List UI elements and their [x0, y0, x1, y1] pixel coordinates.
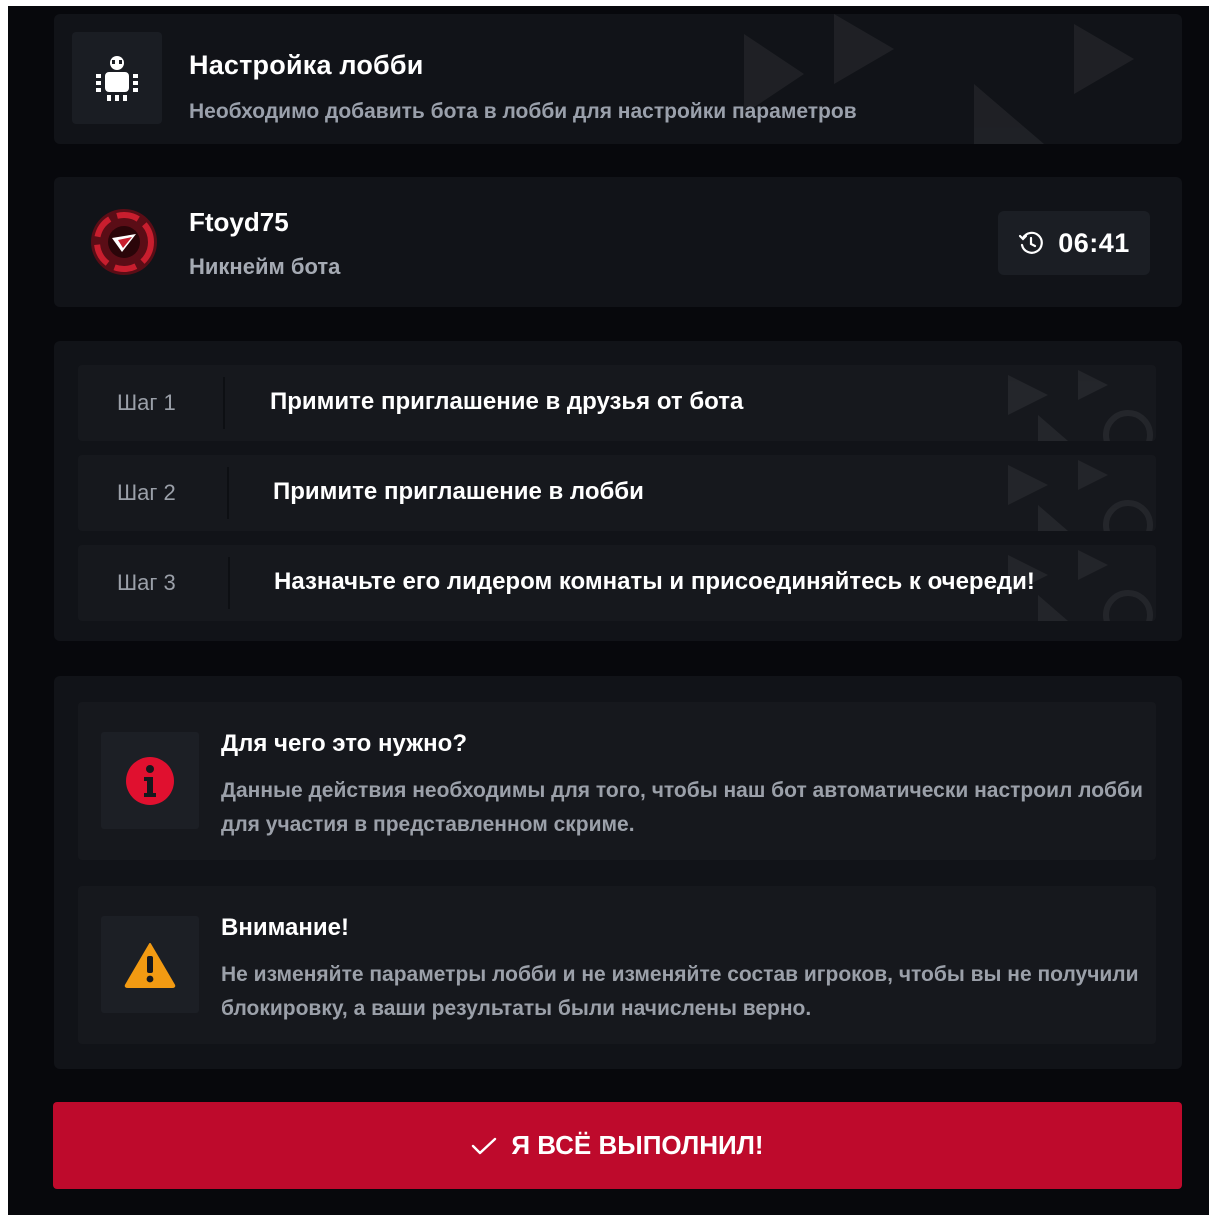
info-notice-title: Для чего это нужно?: [221, 730, 467, 757]
bot-info-card: Ftoyd75 Никнейм бота 06:41: [54, 177, 1182, 307]
lobby-setup-header: Настройка лобби Необходимо добавить бота…: [54, 14, 1182, 144]
countdown-timer: 06:41: [998, 211, 1150, 275]
steps-card: Шаг 1 Примите приглашение в друзья от бо…: [54, 341, 1182, 641]
warning-icon-box: [101, 916, 199, 1013]
step-number: Шаг 1: [117, 390, 176, 415]
decor-pattern: [744, 14, 1134, 144]
step-item: Шаг 2 Примите приглашение в лобби: [78, 455, 1156, 531]
confirm-done-label: Я ВСЁ ВЫПОЛНИЛ!: [511, 1130, 764, 1160]
page-title: Настройка лобби: [189, 50, 424, 80]
warning-notice-title: Внимание!: [221, 914, 349, 941]
decor-pattern: [1008, 370, 1153, 441]
confirm-done-button[interactable]: Я ВСЁ ВЫПОЛНИЛ!: [53, 1102, 1182, 1189]
step-number: Шаг 2: [117, 480, 176, 505]
step-divider: [227, 467, 229, 519]
timer-icon: [1019, 231, 1044, 254]
bot-nickname-label: Никнейм бота: [189, 254, 341, 279]
step-text: Назначьте его лидером комнаты и присоеди…: [274, 568, 1035, 595]
step-item: Шаг 3 Назначьте его лидером комнаты и пр…: [78, 545, 1156, 621]
timer-value: 06:41: [1058, 227, 1130, 258]
info-icon: [126, 756, 174, 805]
step-divider: [223, 377, 225, 429]
info-notice-text: Данные действия необходимы для того, что…: [221, 779, 1143, 836]
robot-icon: [96, 56, 138, 101]
page-subtitle: Необходимо добавить бота в лобби для нас…: [189, 100, 857, 123]
info-notice: Для чего это нужно? Данные действия необ…: [78, 702, 1156, 860]
bot-nickname: Ftoyd75: [189, 207, 289, 237]
step-text: Примите приглашение в лобби: [273, 478, 644, 505]
step-divider: [228, 557, 230, 609]
check-icon: [472, 1137, 497, 1154]
robot-icon-box: [72, 32, 162, 124]
lobby-setup-panel: Настройка лобби Необходимо добавить бота…: [8, 6, 1209, 1215]
warning-notice-text: Не изменяйте параметры лобби и не изменя…: [221, 963, 1139, 1020]
warning-icon: [124, 942, 176, 988]
info-icon-box: [101, 732, 199, 829]
decor-pattern: [1008, 460, 1153, 531]
step-text: Примите приглашение в друзья от бота: [270, 388, 744, 415]
step-number: Шаг 3: [117, 570, 176, 595]
warning-notice: Внимание! Не изменяйте параметры лобби и…: [78, 886, 1156, 1044]
step-item: Шаг 1 Примите приглашение в друзья от бо…: [78, 365, 1156, 441]
notices-card: Для чего это нужно? Данные действия необ…: [54, 676, 1182, 1069]
bot-avatar: [91, 209, 157, 275]
